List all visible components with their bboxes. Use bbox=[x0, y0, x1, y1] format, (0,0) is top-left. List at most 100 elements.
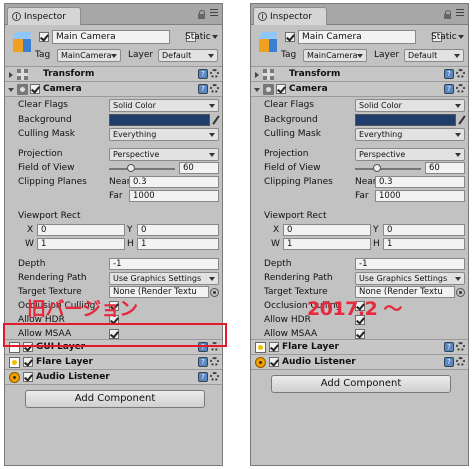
transform-icon bbox=[263, 69, 274, 80]
h-field[interactable]: 1 bbox=[137, 238, 219, 250]
add-component-button[interactable]: Add Component bbox=[271, 375, 451, 393]
clear-flags-row: Clear Flags Solid Color bbox=[251, 99, 468, 112]
y-field[interactable]: 0 bbox=[137, 224, 219, 236]
static-dropdown-arrow-icon[interactable] bbox=[458, 35, 464, 39]
camera-enabled-checkbox[interactable] bbox=[30, 84, 40, 94]
x-field[interactable]: 0 bbox=[37, 224, 125, 236]
transform-component-header[interactable]: Transform ? bbox=[251, 67, 468, 82]
gear-icon[interactable] bbox=[210, 357, 219, 366]
audio-listener-component-header[interactable]: Audio Listener ? bbox=[251, 355, 468, 370]
depth-label: Depth bbox=[264, 259, 292, 269]
near-label: Near bbox=[355, 177, 377, 187]
help-icon[interactable]: ? bbox=[444, 84, 454, 94]
flare-layer-title: Flare Layer bbox=[282, 342, 339, 352]
eyedropper-icon[interactable] bbox=[458, 115, 466, 125]
flare-layer-enabled-checkbox[interactable] bbox=[269, 342, 279, 352]
clear-flags-dropdown[interactable]: Solid Color bbox=[355, 99, 465, 112]
fov-field[interactable]: 60 bbox=[425, 162, 465, 174]
gear-icon[interactable] bbox=[210, 69, 219, 78]
flare-layer-title: Flare Layer bbox=[36, 357, 93, 367]
object-picker-icon[interactable] bbox=[456, 288, 465, 297]
camera-enabled-checkbox[interactable] bbox=[276, 84, 286, 94]
rendering-path-label: Rendering Path bbox=[18, 273, 87, 283]
gear-icon[interactable] bbox=[210, 372, 219, 381]
fov-slider-knob[interactable] bbox=[126, 164, 135, 172]
depth-field[interactable]: -1 bbox=[109, 258, 219, 270]
fold-arrow-icon[interactable] bbox=[255, 72, 259, 78]
add-component-button[interactable]: Add Component bbox=[25, 390, 205, 408]
transform-component-header[interactable]: Transform ? bbox=[5, 67, 222, 82]
fold-arrow-icon[interactable] bbox=[254, 88, 260, 92]
audio-listener-component-header[interactable]: Audio Listener ? bbox=[5, 370, 222, 385]
audio-listener-enabled-checkbox[interactable] bbox=[269, 357, 279, 367]
gameobject-active-checkbox[interactable] bbox=[285, 32, 295, 42]
inspector-tab[interactable]: Inspector bbox=[7, 7, 81, 25]
far-field[interactable]: 1000 bbox=[375, 190, 465, 202]
gameobject-name-field[interactable]: Main Camera bbox=[52, 30, 170, 44]
help-icon[interactable]: ? bbox=[444, 69, 454, 79]
fov-field[interactable]: 60 bbox=[179, 162, 219, 174]
fov-slider[interactable] bbox=[109, 164, 175, 172]
help-icon[interactable]: ? bbox=[198, 69, 208, 79]
gear-icon[interactable] bbox=[210, 84, 219, 93]
tag-dropdown[interactable]: MainCamera bbox=[57, 49, 121, 62]
depth-field[interactable]: -1 bbox=[355, 258, 465, 270]
panel-menu-icon[interactable] bbox=[210, 9, 218, 18]
inspector-tabbar: Inspector bbox=[251, 4, 468, 25]
transform-title: Transform bbox=[43, 69, 95, 79]
gear-icon[interactable] bbox=[456, 69, 465, 78]
help-icon[interactable]: ? bbox=[444, 357, 454, 367]
near-row: Clipping Planes Near 0.3 bbox=[251, 176, 468, 189]
panel-menu-icon[interactable] bbox=[456, 9, 464, 18]
clear-flags-dropdown[interactable]: Solid Color bbox=[109, 99, 219, 112]
audio-listener-enabled-checkbox[interactable] bbox=[23, 372, 33, 382]
w-field[interactable]: 1 bbox=[37, 238, 125, 250]
camera-component-header[interactable]: Camera ? bbox=[5, 82, 222, 97]
gear-icon[interactable] bbox=[456, 342, 465, 351]
near-field[interactable]: 0.3 bbox=[129, 176, 219, 188]
near-field[interactable]: 0.3 bbox=[375, 176, 465, 188]
projection-dropdown[interactable]: Perspective bbox=[109, 148, 219, 161]
layer-dropdown[interactable]: Default bbox=[404, 49, 464, 62]
fov-slider-knob[interactable] bbox=[372, 164, 381, 172]
inspector-tab[interactable]: Inspector bbox=[253, 7, 327, 25]
background-color-swatch[interactable] bbox=[109, 114, 210, 126]
flare-layer-component-header[interactable]: Flare Layer ? bbox=[251, 340, 468, 355]
gear-icon[interactable] bbox=[456, 84, 465, 93]
background-row: Background bbox=[251, 114, 468, 127]
culling-mask-dropdown[interactable]: Everything bbox=[109, 128, 219, 141]
h-field[interactable]: 1 bbox=[383, 238, 465, 250]
x-field[interactable]: 0 bbox=[283, 224, 371, 236]
fov-slider[interactable] bbox=[355, 164, 421, 172]
fold-arrow-icon[interactable] bbox=[9, 72, 13, 78]
layer-dropdown[interactable]: Default bbox=[158, 49, 218, 62]
far-field[interactable]: 1000 bbox=[129, 190, 219, 202]
help-icon[interactable]: ? bbox=[198, 84, 208, 94]
camera-component-header[interactable]: Camera ? bbox=[251, 82, 468, 97]
help-icon[interactable]: ? bbox=[198, 357, 208, 367]
lock-icon[interactable] bbox=[444, 10, 452, 19]
static-dropdown-arrow-icon[interactable] bbox=[212, 35, 218, 39]
field-of-view-label: Field of View bbox=[264, 163, 321, 173]
fold-arrow-icon[interactable] bbox=[8, 88, 14, 92]
background-color-swatch[interactable] bbox=[355, 114, 456, 126]
object-picker-icon[interactable] bbox=[210, 288, 219, 297]
w-field[interactable]: 1 bbox=[283, 238, 371, 250]
rendering-path-dropdown[interactable]: Use Graphics Settings bbox=[355, 272, 465, 285]
eyedropper-icon[interactable] bbox=[212, 115, 220, 125]
help-icon[interactable]: ? bbox=[198, 372, 208, 382]
y-field[interactable]: 0 bbox=[383, 224, 465, 236]
y-label: Y bbox=[127, 225, 133, 235]
gameobject-active-checkbox[interactable] bbox=[39, 32, 49, 42]
gameobject-name-field[interactable]: Main Camera bbox=[298, 30, 416, 44]
tag-dropdown[interactable]: MainCamera bbox=[303, 49, 367, 62]
projection-dropdown[interactable]: Perspective bbox=[355, 148, 465, 161]
allow-msaa-checkbox[interactable] bbox=[355, 329, 365, 339]
lock-icon[interactable] bbox=[198, 10, 206, 19]
help-icon[interactable]: ? bbox=[444, 342, 454, 352]
flare-layer-component-header[interactable]: Flare Layer ? bbox=[5, 355, 222, 370]
flare-layer-enabled-checkbox[interactable] bbox=[23, 357, 33, 367]
culling-mask-dropdown[interactable]: Everything bbox=[355, 128, 465, 141]
gear-icon[interactable] bbox=[456, 357, 465, 366]
rendering-path-dropdown[interactable]: Use Graphics Settings bbox=[109, 272, 219, 285]
